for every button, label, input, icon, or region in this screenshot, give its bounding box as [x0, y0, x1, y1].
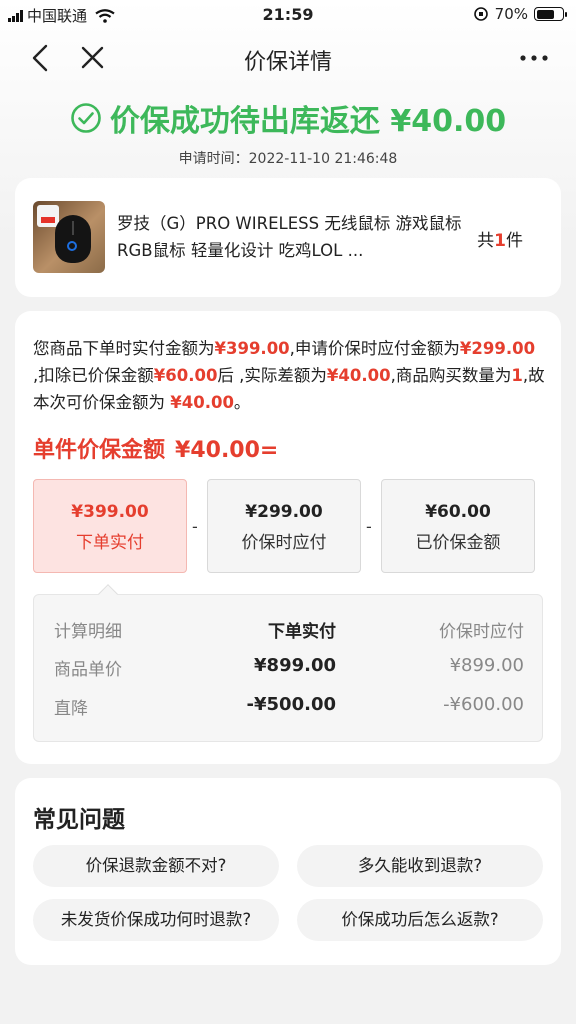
- nav-bar: 价保详情: [0, 34, 576, 84]
- formula-value: ¥399.00: [71, 502, 149, 522]
- formula-box-paid[interactable]: ¥399.00 下单实付: [33, 479, 187, 573]
- battery-percent: 70%: [494, 5, 528, 23]
- faq-item-refund-time[interactable]: 多久能收到退款?: [297, 845, 543, 887]
- explain-text: ,扣除已价保金额: [33, 366, 154, 385]
- check-circle-icon: [71, 103, 101, 133]
- header-cell: 计算明细: [54, 622, 122, 642]
- minus-sign: -: [366, 517, 372, 536]
- formula-box-due[interactable]: ¥299.00 价保时应付: [207, 479, 361, 573]
- due-value: ¥899.00: [449, 655, 524, 676]
- table-row: 商品单价 ¥899.00 ¥899.00: [34, 655, 544, 680]
- battery-icon: [534, 7, 567, 21]
- protected-amount: ¥60.00: [153, 366, 218, 385]
- apply-time: 申请时间：2022-11-10 21:46:48: [178, 151, 398, 167]
- faq-title: 常见问题: [33, 807, 125, 833]
- unit-label: 单件价保金额: [33, 438, 166, 463]
- status-header: 价保成功待出库返还 ¥40.00 申请时间：2022-11-10 21:46:4…: [0, 96, 576, 168]
- faq-item-unshipped-refund[interactable]: 未发货价保成功何时退款?: [33, 899, 279, 941]
- faq-item-refund-method[interactable]: 价保成功后怎么返款?: [297, 899, 543, 941]
- paid-value: ¥899.00: [254, 655, 336, 676]
- product-quantity: 共1件: [477, 226, 523, 251]
- orientation-lock-icon: [473, 7, 488, 21]
- status-headline: 价保成功待出库返还 ¥40.00: [70, 96, 506, 140]
- due-value: -¥600.00: [443, 694, 524, 715]
- due-amount: ¥299.00: [459, 339, 536, 358]
- explain-text: ,申请价保时应付金额为: [289, 339, 460, 358]
- formula-label: 价保时应付: [241, 533, 327, 553]
- faq-item-refund-amount[interactable]: 价保退款金额不对?: [33, 845, 279, 887]
- product-thumbnail: [33, 201, 105, 273]
- purchase-count: 1: [511, 366, 523, 385]
- header-cell: 下单实付: [268, 622, 336, 642]
- explanation-text: 您商品下单时实付金额为¥399.00,申请价保时应付金额为¥299.00 ,扣除…: [33, 335, 545, 416]
- qty-suffix: 件: [506, 231, 523, 251]
- explain-text: 。: [233, 393, 251, 412]
- qty-prefix: 共: [477, 231, 495, 251]
- header-cell: 价保时应付: [439, 622, 524, 642]
- brand-logo-icon: [67, 241, 77, 251]
- final-amount: ¥40.00: [170, 393, 234, 412]
- formula-box-protected[interactable]: ¥60.00 已价保金额: [381, 479, 535, 573]
- status-right: 70%: [473, 5, 567, 23]
- minus-sign: -: [192, 517, 198, 536]
- qty-number: 1: [494, 231, 506, 251]
- paid-value: -¥500.00: [246, 694, 336, 715]
- paid-amount: ¥399.00: [214, 339, 290, 358]
- more-icon[interactable]: [518, 46, 550, 70]
- explain-text: ,商品购买数量为: [390, 366, 512, 385]
- product-name: 罗技（G）PRO WIRELESS 无线鼠标 游戏鼠标 RGB鼠标 轻量化设计 …: [117, 214, 462, 260]
- row-label: 商品单价: [54, 660, 122, 680]
- formula-label: 已价保金额: [415, 533, 501, 553]
- formula-label: 下单实付: [76, 533, 144, 553]
- promo-badge: [37, 205, 59, 227]
- product-card[interactable]: 罗技（G）PRO WIRELESS 无线鼠标 游戏鼠标 RGB鼠标 轻量化设计 …: [15, 178, 561, 297]
- table-header: 计算明细 下单实付 价保时应付: [34, 617, 544, 642]
- unit-amount: ¥40.00=: [175, 438, 279, 463]
- mouse-image: [55, 215, 91, 263]
- formula-value: ¥60.00: [425, 502, 491, 522]
- row-label: 直降: [54, 699, 88, 719]
- unit-protection-amount: 单件价保金额 ¥40.00=: [33, 432, 278, 464]
- faq-card: 常见问题 价保退款金额不对? 多久能收到退款? 未发货价保成功何时退款? 价保成…: [15, 778, 561, 965]
- formula-value: ¥299.00: [245, 502, 323, 522]
- page-title: 价保详情: [243, 50, 332, 75]
- table-row: 直降 -¥500.00 -¥600.00: [34, 694, 544, 719]
- price-protection-detail-card: 您商品下单时实付金额为¥399.00,申请价保时应付金额为¥299.00 ,扣除…: [15, 311, 561, 764]
- calculation-table: 计算明细 下单实付 价保时应付 商品单价 ¥899.00 ¥899.00 直降 …: [33, 594, 543, 742]
- explain-text: 您商品下单时实付金额为: [33, 339, 215, 358]
- diff-amount: ¥40.00: [326, 366, 391, 385]
- status-text: 价保成功待出库返还 ¥40.00: [109, 104, 507, 139]
- status-bar: 中国联通 21:59 70%: [0, 0, 576, 30]
- explain-text: 后 ,实际差额为: [217, 366, 327, 385]
